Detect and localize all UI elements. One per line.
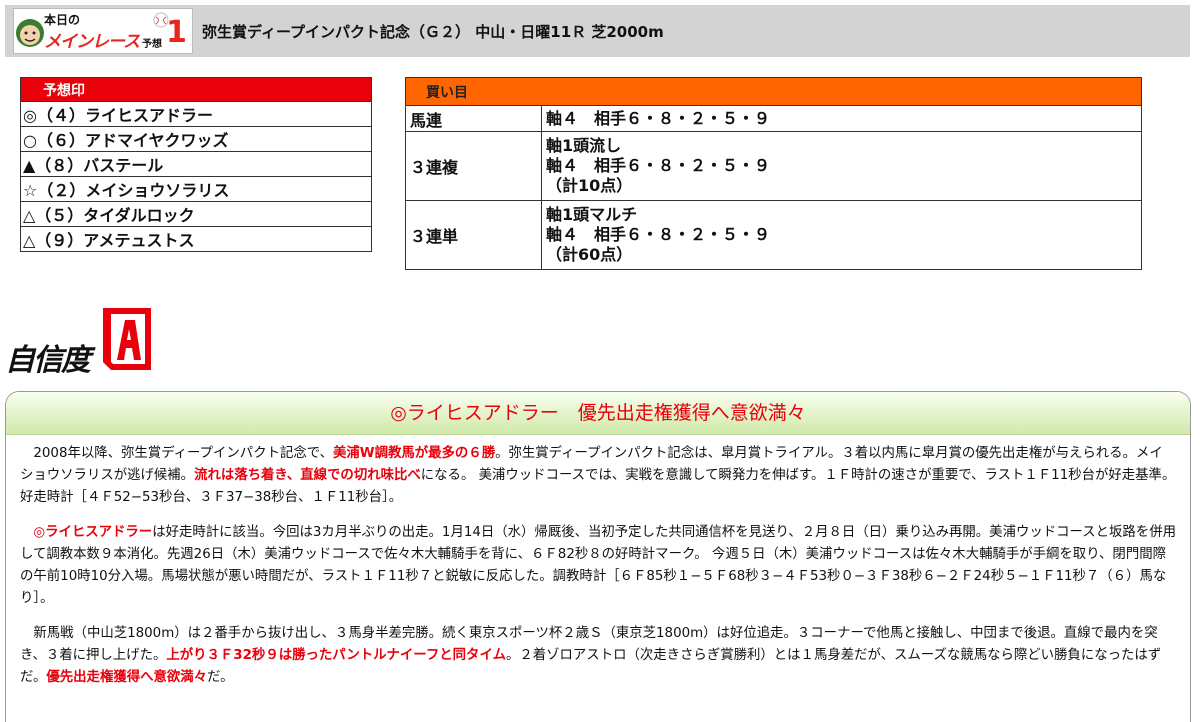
logo-number: 1 (166, 15, 187, 50)
article-body: 2008年以降、弥生賞ディープインパクト記念で、美浦W調教馬が最多の６勝。弥生賞… (6, 435, 1190, 689)
logo-line1: 本日の (44, 13, 81, 27)
highlight-text: ◎ライヒスアドラー (33, 525, 153, 540)
header-bar: 本日の メインレース 予想 1 弥生賞ディープインパクト記念（Ｇ２） 中山・日曜… (5, 5, 1190, 57)
logo-line3: 予想 (142, 39, 162, 50)
prediction-item: △（５）タイダルロック (20, 201, 372, 227)
prediction-heading: 予想印 (20, 77, 372, 102)
article-paragraph: 新馬戦（中山芝1800m）は２番手から抜け出し、３馬身半差完勝。続く東京スポーツ… (20, 623, 1176, 689)
logo-line2: メインレース (44, 32, 140, 52)
bet-detail: 軸４ 相手６・８・２・５・９ (541, 105, 1142, 132)
prediction-item: ○（６）アドマイヤクワッズ (20, 126, 372, 152)
highlight-text: 美浦W調教馬が最多の６勝 (333, 446, 496, 461)
prediction-item: ◎（４）ライヒスアドラー (20, 101, 372, 127)
highlight-text: 優先出走権獲得へ意欲満々 (46, 670, 208, 685)
bet-detail-line: 軸1頭流し (546, 136, 622, 155)
bet-type: ３連複 (405, 131, 542, 201)
text-span: だ。 (207, 670, 234, 685)
confidence-label: 自信度 (5, 343, 91, 378)
prediction-item: ☆（２）メイショウソラリス (20, 176, 372, 202)
bet-type: ３連単 (405, 200, 542, 270)
article-panel: ◎ライヒスアドラー 優先出走権獲得へ意欲満々 2008年以降、弥生賞ディープイン… (5, 391, 1191, 722)
bet-detail-line: 軸４ 相手６・８・２・５・９ (546, 156, 771, 175)
bet-detail: 軸1頭マルチ 軸４ 相手６・８・２・５・９ （計60点） (541, 200, 1142, 270)
bets-table: 買い目 馬連 軸４ 相手６・８・２・５・９ ３連複 軸1頭流し 軸４ 相手６・８… (405, 77, 1142, 270)
article-paragraph: ◎ライヒスアドラーは好走時計に該当。今回は3カ月半ぶりの出走。1月14日（水）帰… (20, 522, 1176, 610)
highlight-text: 上がり３Ｆ32秒９は勝ったパントルナイーフと同タイム (166, 648, 506, 663)
race-title: 弥生賞ディープインパクト記念（Ｇ２） 中山・日曜11Ｒ 芝2000m (202, 23, 664, 41)
bet-detail-line: 軸４ 相手６・８・２・５・９ (546, 225, 771, 244)
bets-heading: 買い目 (405, 77, 1142, 106)
highlight-text: 流れは落ち着き、直線での切れ味比べ (194, 468, 421, 483)
text-span: 2008年以降、弥生賞ディープインパクト記念で、 (33, 446, 334, 461)
text-span: は好走時計に該当。今回は3カ月半ぶりの出走。1月14日（水）帰厩後、当初予定した… (20, 525, 1176, 606)
bet-detail-line: 軸1頭マルチ (546, 205, 638, 224)
bet-detail-line: 軸４ 相手６・８・２・５・９ (546, 108, 771, 128)
grade-a-icon (103, 308, 151, 370)
article-paragraph: 2008年以降、弥生賞ディープインパクト記念で、美浦W調教馬が最多の６勝。弥生賞… (20, 443, 1176, 509)
prediction-marks-table: 予想印 ◎（４）ライヒスアドラー ○（６）アドマイヤクワッズ ▲（８）バステール… (20, 77, 372, 252)
bet-type: 馬連 (405, 105, 542, 132)
prediction-item: △（９）アメテュストス (20, 226, 372, 252)
prediction-item: ▲（８）バステール (20, 151, 372, 177)
main-race-logo: 本日の メインレース 予想 1 (13, 8, 193, 54)
bet-detail-line: （計10点） (546, 176, 633, 195)
bet-detail-line: （計60点） (546, 245, 633, 264)
confidence-badge: 自信度 (5, 302, 165, 378)
article-headline: ◎ライヒスアドラー 優先出走権獲得へ意欲満々 (6, 392, 1190, 435)
bet-detail: 軸1頭流し 軸４ 相手６・８・２・５・９ （計10点） (541, 131, 1142, 201)
